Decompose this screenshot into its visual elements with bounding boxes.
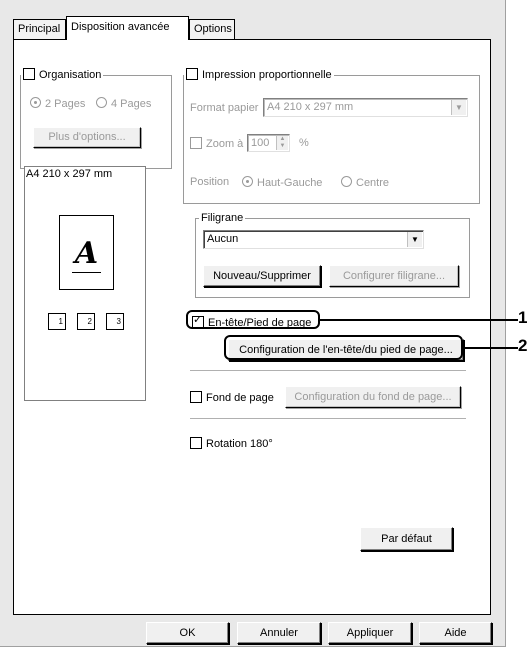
proportional-legend[interactable]: Impression proportionnelle bbox=[184, 68, 334, 82]
radio-center-label: Centre bbox=[356, 177, 390, 189]
radio-center-dot[interactable] bbox=[341, 176, 352, 187]
watermark-legend: Filigrane bbox=[199, 211, 246, 225]
paper-format-value: A4 210 x 297 mm bbox=[267, 101, 354, 113]
zoom-checkbox[interactable] bbox=[190, 137, 202, 149]
cancel-button[interactable]: Annuler bbox=[237, 622, 321, 644]
zoom-value: 100 bbox=[251, 137, 270, 149]
mini-page-3: 3 bbox=[106, 313, 124, 330]
organisation-group bbox=[20, 75, 172, 169]
callout-box-2 bbox=[224, 335, 463, 360]
rotation-option[interactable]: Rotation 180° bbox=[190, 437, 273, 450]
organisation-checkbox[interactable] bbox=[23, 68, 35, 80]
background-config-button[interactable]: Configuration du fond de page... bbox=[285, 386, 461, 408]
apply-button[interactable]: Appliquer bbox=[328, 622, 412, 644]
divider bbox=[190, 418, 466, 419]
zoom-unit: % bbox=[299, 137, 309, 149]
divider bbox=[190, 370, 466, 371]
new-delete-watermark-button[interactable]: Nouveau/Supprimer bbox=[203, 265, 321, 287]
rotation-checkbox[interactable] bbox=[190, 437, 202, 449]
organisation-legend[interactable]: Organisation bbox=[21, 68, 104, 82]
organisation-label: Organisation bbox=[39, 69, 102, 81]
mini-page-1: 1 bbox=[48, 313, 66, 330]
zoom-option[interactable]: Zoom à bbox=[190, 137, 243, 150]
zoom-label: Zoom à bbox=[206, 138, 244, 150]
radio-4-pages[interactable]: 4 Pages bbox=[96, 97, 151, 110]
watermark-value: Aucun bbox=[207, 233, 239, 245]
tab-options[interactable]: Options bbox=[189, 19, 235, 39]
help-button[interactable]: Aide bbox=[419, 622, 492, 644]
preview-glyph: A bbox=[74, 236, 99, 271]
preview-caption: A4 210 x 297 mm bbox=[26, 168, 113, 180]
callout-number-2: 2 bbox=[518, 336, 528, 355]
radio-4-pages-dot[interactable] bbox=[96, 97, 107, 108]
rotation-label: Rotation 180° bbox=[206, 438, 273, 450]
mini-page-2: 2 bbox=[77, 313, 95, 330]
preview-underline bbox=[72, 272, 101, 273]
radio-top-left-label: Haut-Gauche bbox=[257, 177, 323, 189]
background-label: Fond de page bbox=[206, 392, 274, 404]
background-option[interactable]: Fond de page bbox=[190, 391, 274, 404]
radio-top-left-dot[interactable] bbox=[242, 176, 253, 187]
tab-principal[interactable]: Principal bbox=[13, 19, 66, 39]
proportional-checkbox[interactable] bbox=[186, 68, 198, 80]
more-options-button[interactable]: Plus d'options... bbox=[33, 127, 141, 148]
stepper-arrows-icon[interactable]: ▲ ▼ bbox=[276, 136, 288, 150]
callout-number-1: 1 bbox=[518, 308, 528, 327]
chevron-down-icon[interactable]: ▼ bbox=[407, 232, 422, 247]
paper-format-label: Format papier bbox=[190, 102, 259, 114]
zoom-stepper[interactable]: 100 ▲ ▼ bbox=[247, 134, 290, 152]
radio-2-pages-dot[interactable] bbox=[30, 97, 41, 108]
radio-top-left[interactable]: Haut-Gauche bbox=[242, 176, 322, 189]
callout-line-2 bbox=[463, 347, 518, 349]
radio-2-pages-label: 2 Pages bbox=[45, 98, 86, 110]
configure-watermark-button[interactable]: Configurer filigrane... bbox=[329, 265, 459, 287]
callout-box-1 bbox=[186, 310, 320, 329]
paper-format-dropdown[interactable]: A4 210 x 297 mm ▼ bbox=[263, 98, 468, 117]
watermark-dropdown[interactable]: Aucun ▼ bbox=[203, 230, 424, 249]
default-button[interactable]: Par défaut bbox=[360, 527, 453, 551]
background-checkbox[interactable] bbox=[190, 391, 202, 403]
ok-button[interactable]: OK bbox=[146, 622, 229, 644]
radio-center[interactable]: Centre bbox=[341, 176, 389, 189]
tab-disposition-avancee[interactable]: Disposition avancée bbox=[66, 16, 189, 40]
radio-4-pages-label: 4 Pages bbox=[111, 98, 152, 110]
preview-page: A bbox=[59, 215, 114, 290]
chevron-down-icon[interactable]: ▼ bbox=[451, 100, 466, 115]
proportional-label: Impression proportionnelle bbox=[202, 69, 332, 81]
radio-2-pages[interactable]: 2 Pages bbox=[30, 97, 85, 110]
layout-preview: A4 210 x 297 mm A 1 2 3 bbox=[24, 166, 146, 401]
callout-line-1 bbox=[320, 319, 518, 321]
position-label: Position bbox=[190, 176, 230, 188]
